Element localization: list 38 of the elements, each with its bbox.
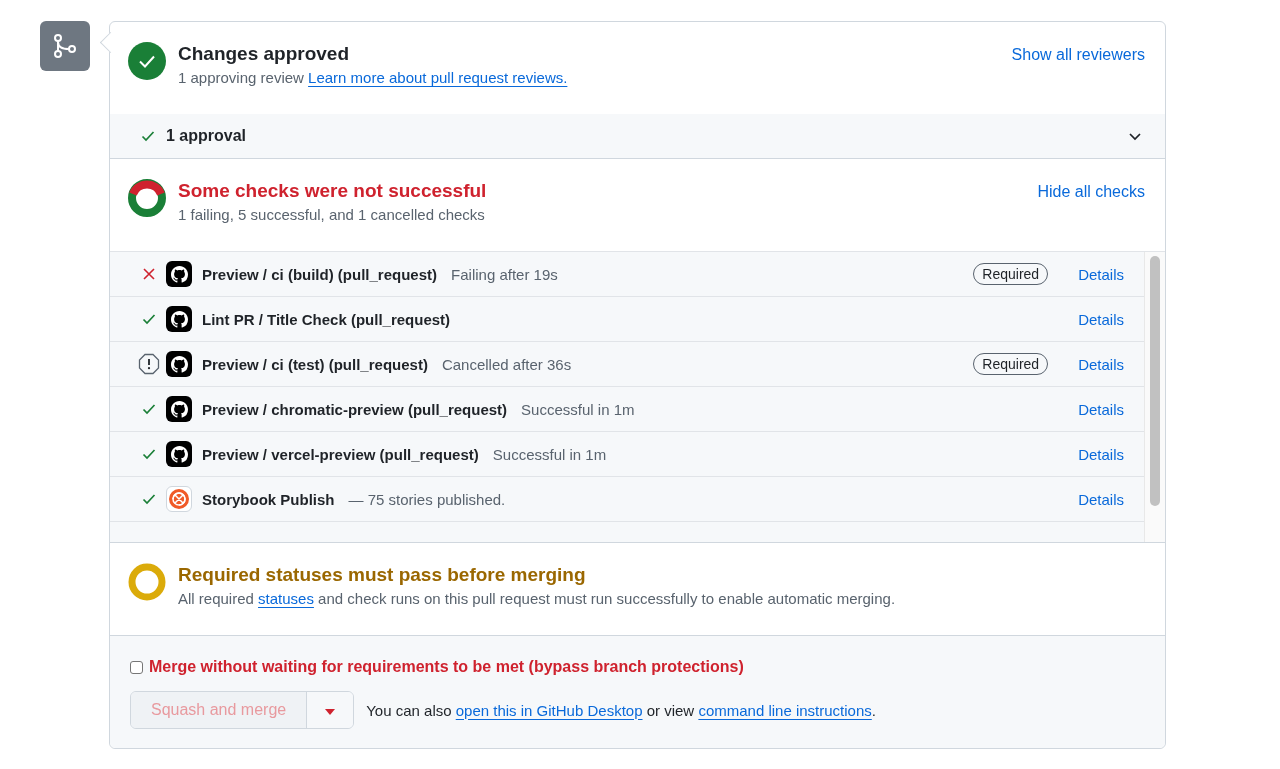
requirement-text: All required statuses and check runs on this pull request must run successfully to enable automatic merging.	[178, 589, 897, 609]
check-name: Preview / ci (build) (pull_request)	[202, 265, 438, 283]
reviews-link[interactable]: Learn more about pull request reviews.	[308, 69, 568, 86]
bypass-label: Merge without waiting for requirements to be met (bypass branch protections)	[149, 658, 744, 676]
checks-summary: 1 failing, 5 successful, and 1 cancelled checks	[178, 205, 486, 225]
details-link[interactable]: Details	[1078, 490, 1124, 508]
check-circle-icon	[128, 42, 166, 80]
hide-checks-link[interactable]: Hide all checks	[1037, 183, 1145, 201]
review-summary: 1 approving review Learn more about pull request reviews.	[178, 68, 569, 88]
checks-ring-icon	[128, 179, 166, 217]
check-name: Preview / ci (test) (pull_request)	[202, 355, 428, 373]
details-link[interactable]: Details	[1078, 265, 1124, 283]
check-name: Preview / chromatic-preview (pull_request)	[202, 400, 508, 418]
approvals-row[interactable]: 1 approval	[110, 114, 1165, 159]
details-link[interactable]: Details	[1078, 355, 1124, 373]
check-description: Successful in 1m	[521, 400, 635, 418]
check-name: Lint PR / Title Check (pull_request)	[202, 310, 451, 328]
requirement-title: Required statuses must pass before merging	[178, 563, 587, 587]
check-description: Successful in 1m	[492, 445, 607, 463]
pending-ring-icon	[128, 563, 166, 601]
approvals-label: 1 approval	[166, 127, 247, 145]
details-link[interactable]: Details	[1078, 445, 1124, 463]
check-description: — 75 stories published.	[348, 490, 506, 508]
details-link[interactable]: Details	[1078, 310, 1124, 328]
show-reviewers-link[interactable]: Show all reviewers	[1011, 46, 1145, 64]
check-name: Storybook Publish	[202, 490, 335, 508]
bypass-checkbox[interactable]	[130, 660, 143, 674]
statuses-link[interactable]: statuses	[258, 590, 314, 607]
details-link[interactable]: Details	[1078, 400, 1124, 418]
merge-icon	[40, 21, 90, 71]
scrollbar[interactable]	[1144, 252, 1165, 542]
review-title: Changes approved	[178, 42, 351, 66]
check-description: Failing after 19s	[451, 265, 558, 283]
merge-hint: You can also open this in GitHub Desktop or view command line instructions.	[366, 701, 876, 719]
check-name: Preview / vercel-preview (pull_request)	[202, 445, 479, 463]
checks-title: Some checks were not successful	[178, 179, 488, 203]
caret-down-icon	[325, 709, 336, 715]
check-description: Cancelled after 36s	[441, 355, 572, 373]
